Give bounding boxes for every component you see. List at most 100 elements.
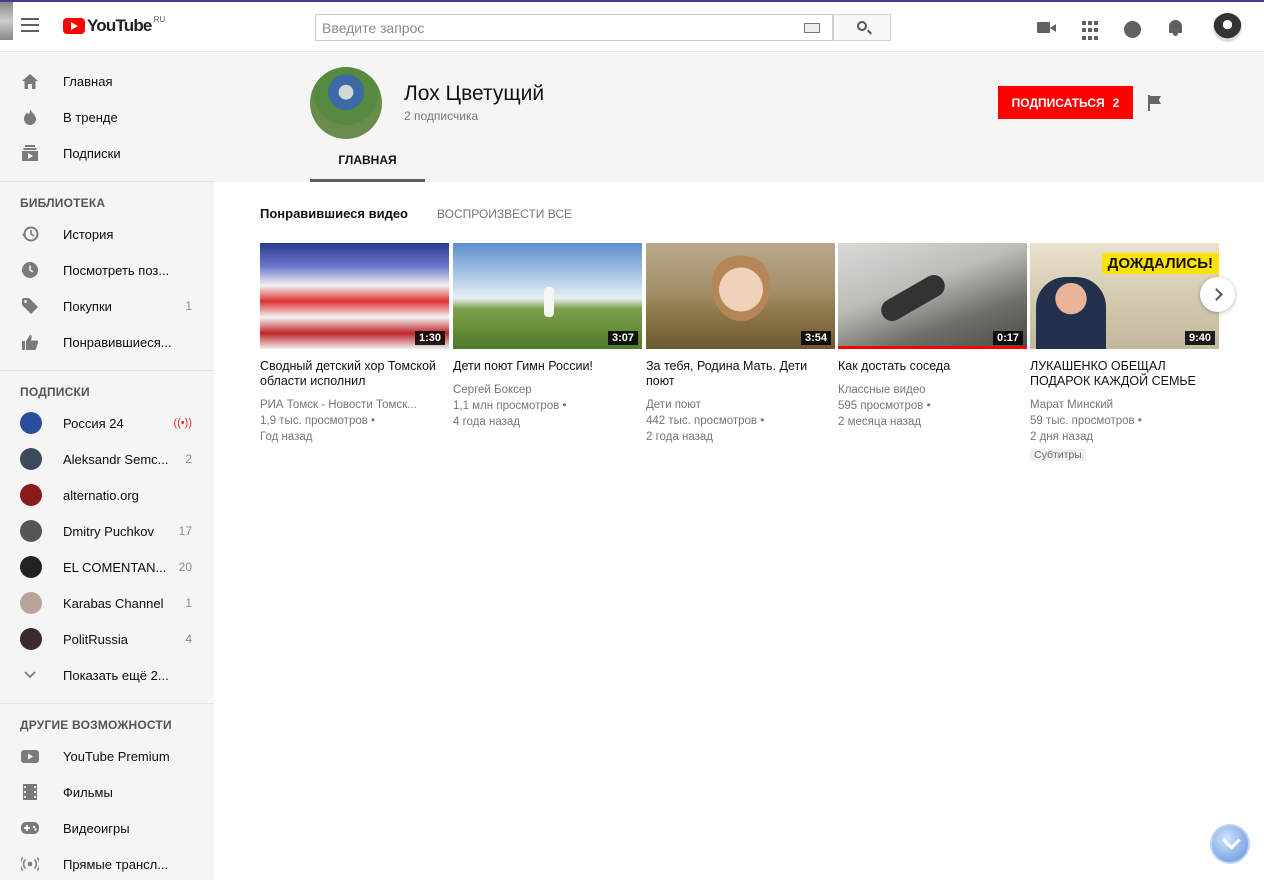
account-avatar[interactable] (1213, 13, 1242, 42)
flag-icon[interactable] (1148, 95, 1162, 111)
channel-avatar (20, 556, 42, 578)
video-channel[interactable]: Марат Минский (1030, 397, 1219, 413)
logo-region: RU (153, 14, 166, 24)
sidebar-item-live[interactable]: Прямые трансл... (0, 846, 214, 880)
sidebar-item-subscription[interactable]: Россия 24 ((•)) (0, 405, 214, 441)
sidebar-item-count: 20 (178, 560, 192, 574)
video-title[interactable]: Как достать соседа (838, 359, 1027, 374)
watched-progress-bar (838, 346, 1027, 349)
video-duration: 1:30 (414, 331, 445, 345)
sidebar-item-premium[interactable]: YouTube Premium (0, 738, 214, 774)
video-card[interactable]: ДОЖДАЛИСЬ! 9:40 ЛУКАШЕНКО ОБЕЩАЛ ПОДАРОК… (1030, 243, 1219, 463)
video-card[interactable]: 3:54 За тебя, Родина Мать. Дети поют Дет… (646, 243, 835, 445)
video-card[interactable]: 3:07 Дети поют Гимн России! Сергей Боксе… (453, 243, 642, 430)
video-title[interactable]: За тебя, Родина Мать. Дети поют (646, 359, 835, 389)
video-thumbnail[interactable]: 0:17 (838, 243, 1027, 349)
youtube-logo[interactable]: YouTube RU (63, 14, 166, 36)
messages-icon[interactable] (1124, 21, 1141, 38)
sidebar-item-label: alternatio.org (63, 487, 139, 503)
shelf-next-arrow-icon[interactable] (1200, 277, 1235, 312)
gamepad-icon (21, 819, 39, 837)
sidebar-item-subscription[interactable]: EL COMENTAN... 20 (0, 549, 214, 585)
video-card[interactable]: 1:30 Сводный детский хор Томской области… (260, 243, 449, 445)
channel-name: Лох Цветущий (404, 82, 545, 105)
scroll-down-arrow-icon[interactable] (1210, 824, 1250, 864)
subscriptions-icon (21, 144, 39, 162)
search-icon (857, 21, 867, 31)
thumbs-up-icon (21, 333, 39, 351)
sidebar-item-show-more[interactable]: Показать ещё 2... (0, 657, 214, 693)
sidebar-item-subscription[interactable]: Karabas Channel 1 (0, 585, 214, 621)
sidebar-item-label: Dmitry Puchkov (63, 523, 155, 539)
video-views: 595 просмотров • (838, 400, 931, 412)
sidebar-item-subscription[interactable]: PolitRussia 4 (0, 621, 214, 657)
search-button[interactable] (833, 14, 891, 41)
live-icon (21, 855, 39, 873)
channel-content: Понравившиеся видео ВОСПРОИЗВЕСТИ ВСЕ 1:… (214, 182, 1264, 880)
play-all-button[interactable]: ВОСПРОИЗВЕСТИ ВСЕ (437, 207, 572, 221)
sidebar-item-subscriptions[interactable]: Подписки (0, 135, 214, 171)
channel-avatar[interactable] (310, 67, 382, 139)
video-title[interactable]: Дети поют Гимн России! (453, 359, 642, 374)
masthead: YouTube RU (0, 2, 1264, 52)
sidebar-divider (0, 370, 214, 371)
video-channel[interactable]: Сергей Боксер (453, 382, 642, 398)
history-icon (21, 225, 39, 243)
tab-home[interactable]: ГЛАВНАЯ (310, 149, 425, 182)
channel-header: Лох Цветущий 2 подписчика ПОДПИСАТЬСЯ 2 … (214, 53, 1264, 182)
sidebar-item-label: В тренде (63, 109, 118, 125)
sidebar-item-home[interactable]: Главная (0, 63, 214, 99)
video-thumbnail[interactable]: 1:30 (260, 243, 449, 349)
sidebar-item-label: История (63, 226, 114, 242)
shelf-title[interactable]: Понравившиеся видео (260, 206, 408, 221)
video-channel[interactable]: Дети поют (646, 397, 835, 413)
video-views: 59 тыс. просмотров • (1030, 415, 1142, 427)
sidebar-item-history[interactable]: История (0, 216, 214, 252)
video-thumbnail[interactable]: 3:07 (453, 243, 642, 349)
video-age: 2 дня назад (1030, 431, 1094, 443)
menu-icon[interactable] (21, 18, 39, 32)
live-broadcast-icon: ((•)) (173, 417, 192, 429)
sidebar-item-label: Посмотреть поз... (63, 262, 170, 278)
video-thumbnail[interactable]: 3:54 (646, 243, 835, 349)
video-age: 4 года назад (453, 416, 520, 428)
sidebar-item-subscription[interactable]: Aleksandr Semc... 2 (0, 441, 214, 477)
subscribe-button[interactable]: ПОДПИСАТЬСЯ 2 (998, 86, 1133, 119)
video-channel[interactable]: Классные видео (838, 382, 1027, 398)
sidebar-item-subscription[interactable]: alternatio.org (0, 477, 214, 513)
film-icon (21, 783, 39, 801)
sidebar-divider (0, 703, 214, 704)
chevron-down-icon (21, 666, 39, 684)
fire-icon (21, 108, 39, 126)
notifications-bell-icon[interactable] (1168, 20, 1183, 36)
sidebar-item-purchases[interactable]: Покупки 1 (0, 288, 214, 324)
clock-icon (21, 261, 39, 279)
channel-avatar (20, 520, 42, 542)
apps-grid-icon[interactable] (1082, 21, 1098, 41)
sidebar-item-label: Подписки (63, 145, 121, 161)
sidebar-item-gaming[interactable]: Видеоигры (0, 810, 214, 846)
create-video-icon[interactable] (1037, 18, 1057, 38)
sidebar-item-label: Показать ещё 2... (63, 667, 169, 683)
search-box (315, 14, 833, 41)
video-thumbnail[interactable]: ДОЖДАЛИСЬ! 9:40 (1030, 243, 1219, 349)
sidebar-item-subscription[interactable]: Dmitry Puchkov 17 (0, 513, 214, 549)
video-channel[interactable]: РИА Томск - Новости Томск... (260, 397, 449, 413)
logo-text: YouTube (87, 16, 152, 35)
sidebar-item-count: 17 (178, 524, 192, 538)
video-duration: 3:07 (607, 331, 638, 345)
channel-avatar (20, 628, 42, 650)
sidebar-item-movies[interactable]: Фильмы (0, 774, 214, 810)
video-title[interactable]: ЛУКАШЕНКО ОБЕЩАЛ ПОДАРОК КАЖДОЙ СЕМЬЕ (1030, 359, 1219, 389)
video-title[interactable]: Сводный детский хор Томской области испо… (260, 359, 449, 389)
subscribe-count: 2 (1112, 95, 1120, 110)
sidebar-item-trending[interactable]: В тренде (0, 99, 214, 135)
keyboard-icon[interactable] (804, 23, 820, 33)
search-input[interactable] (316, 15, 786, 40)
sidebar-item-liked[interactable]: Понравившиеся... (0, 324, 214, 360)
video-age: 2 месяца назад (838, 416, 922, 428)
video-views: 442 тыс. просмотров • (646, 415, 765, 427)
video-card[interactable]: 0:17 Как достать соседа Классные видео 5… (838, 243, 1027, 430)
channel-avatar (20, 448, 42, 470)
sidebar-item-watch-later[interactable]: Посмотреть поз... (0, 252, 214, 288)
